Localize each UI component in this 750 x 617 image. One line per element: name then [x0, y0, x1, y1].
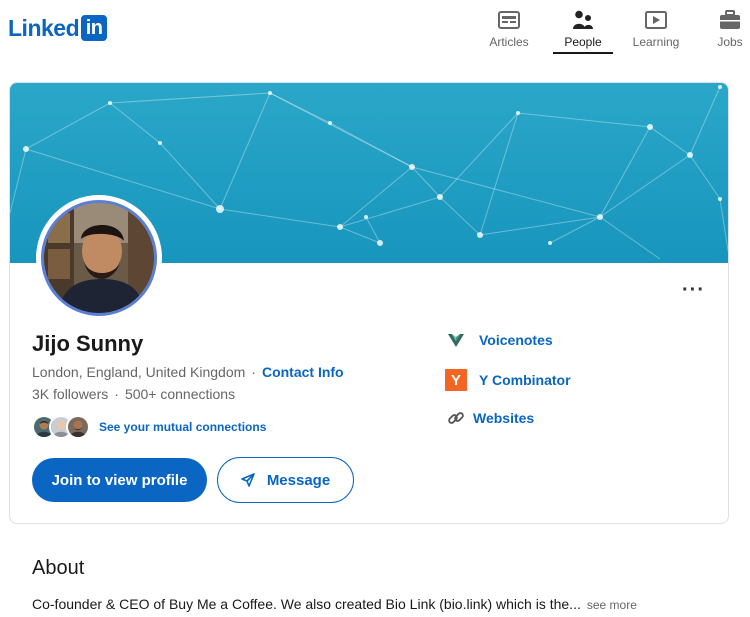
y-combinator-link[interactable]: Y Y Combinator: [445, 369, 571, 391]
nav-jobs-label: Jobs: [717, 35, 743, 49]
nav-learning-label: Learning: [632, 35, 680, 49]
y-combinator-label: Y Combinator: [479, 372, 571, 388]
profile-location-line: London, England, United Kingdom · Contact …: [32, 364, 344, 380]
y-combinator-icon: Y: [445, 369, 467, 391]
message-button[interactable]: Message: [217, 457, 354, 503]
top-nav-bar: Linked in Articles People Learning Jobs: [0, 0, 750, 56]
profile-name: Jijo Sunny: [32, 331, 144, 356]
mutual-avatar: [66, 415, 90, 439]
nav-people-label: People: [564, 35, 602, 49]
about-section: Co-founder & CEO of Buy Me a Coffee. We …: [32, 596, 637, 612]
connections-count: 500+ connections: [124, 386, 236, 402]
mutual-connections-link[interactable]: See your mutual connections: [99, 420, 266, 434]
followers-count: 3K followers: [32, 386, 109, 402]
briefcase-icon: [717, 8, 743, 32]
learning-icon: [643, 8, 669, 32]
avatar-photo: [44, 203, 154, 313]
voicenotes-icon: [445, 329, 467, 351]
voicenotes-link[interactable]: Voicenotes: [445, 329, 553, 351]
linkedin-logo[interactable]: Linked in: [8, 14, 108, 42]
nav-jobs[interactable]: Jobs: [712, 8, 748, 54]
nav-people[interactable]: People: [553, 8, 613, 54]
about-text: Co-founder & CEO of Buy Me a Coffee. We …: [32, 596, 581, 612]
articles-icon: [496, 8, 522, 32]
websites-label: Websites: [473, 410, 535, 426]
stats-separator: ·: [114, 386, 119, 402]
about-heading: About: [32, 557, 85, 579]
location-separator: ·: [251, 364, 256, 380]
voicenotes-label: Voicenotes: [479, 332, 553, 348]
send-icon: [241, 473, 255, 487]
nav-articles[interactable]: Articles: [486, 8, 532, 54]
profile-card: ··· Jijo Sunny London, England, United K…: [9, 82, 729, 524]
mutual-connections[interactable]: See your mutual connections: [32, 413, 266, 441]
join-to-view-profile-button[interactable]: Join to view profile: [32, 458, 207, 502]
link-icon: [445, 407, 467, 429]
profile-avatar-ring: [36, 195, 162, 321]
message-button-label: Message: [266, 471, 331, 489]
y-combinator-icon-letter: Y: [445, 369, 467, 391]
logo-in-box: in: [81, 15, 108, 41]
nav-articles-label: Articles: [489, 35, 529, 49]
people-icon: [570, 8, 596, 32]
see-more-link[interactable]: see more: [587, 598, 637, 612]
profile-avatar[interactable]: [41, 200, 157, 316]
profile-location: London, England, United Kingdom: [32, 364, 246, 380]
logo-wordmark: Linked: [8, 14, 80, 41]
contact-info-link[interactable]: Contact Info: [262, 364, 344, 380]
websites-link[interactable]: Websites: [445, 407, 534, 429]
more-options-button[interactable]: ···: [682, 279, 705, 302]
nav-learning[interactable]: Learning: [630, 8, 682, 54]
profile-stats: 3K followers · 500+ connections: [32, 386, 235, 402]
